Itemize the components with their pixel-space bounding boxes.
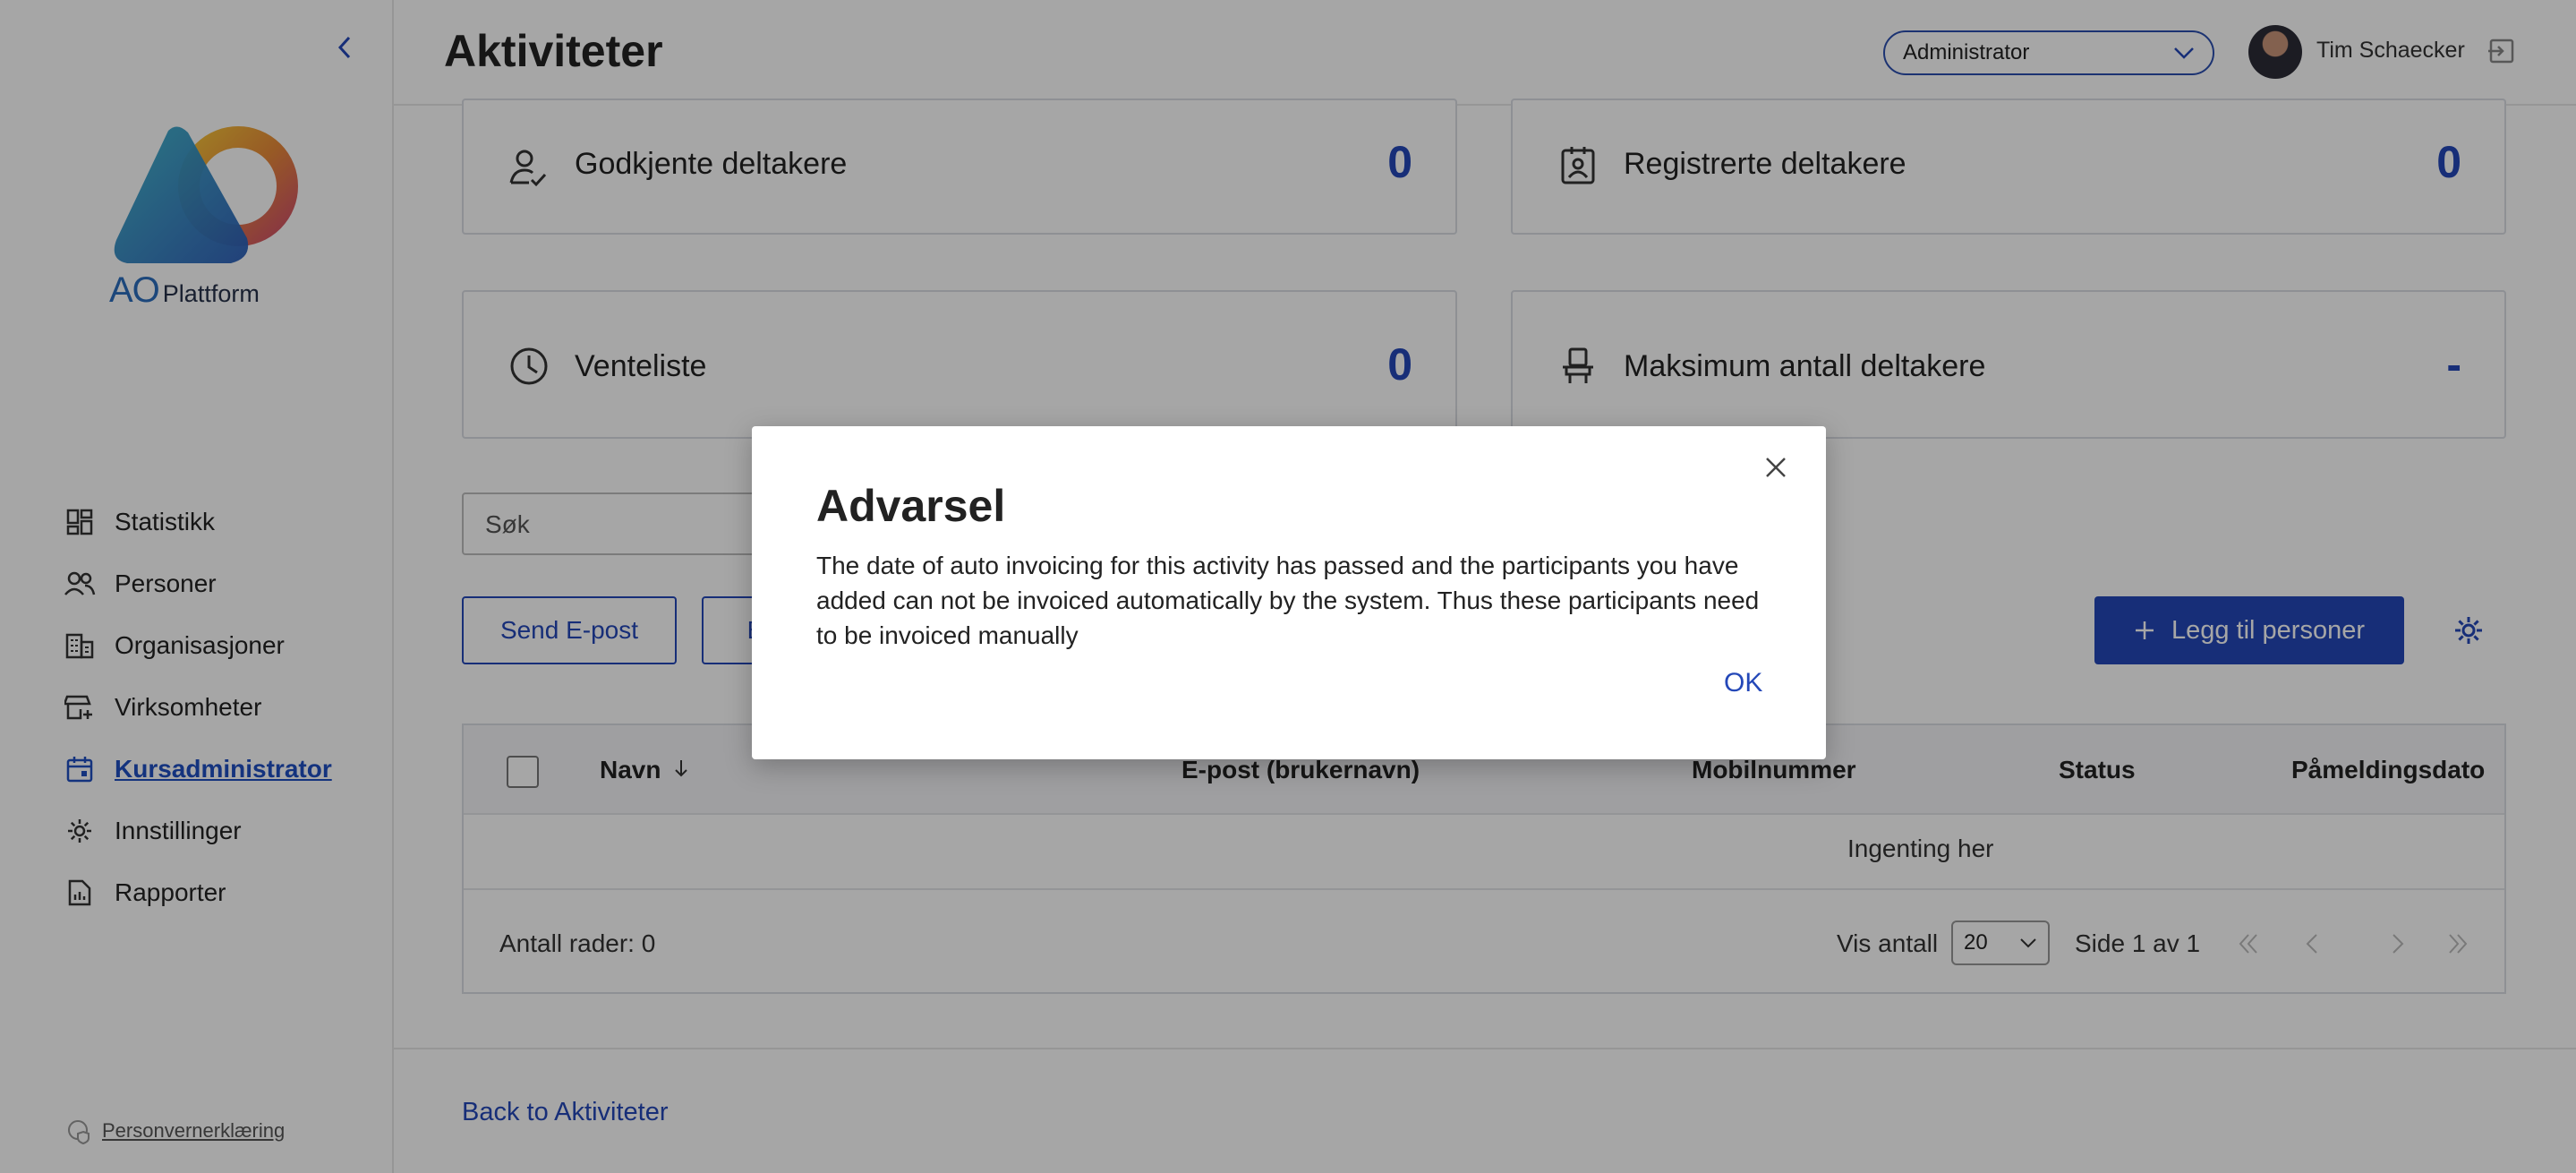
dialog-title: Advarsel xyxy=(816,481,1006,531)
close-icon[interactable] xyxy=(1761,453,1790,482)
ok-button[interactable]: OK xyxy=(1724,668,1762,698)
dialog-message: The date of auto invoicing for this acti… xyxy=(816,552,1760,649)
warning-dialog: Advarsel The date of auto invoicing for … xyxy=(752,426,1826,759)
